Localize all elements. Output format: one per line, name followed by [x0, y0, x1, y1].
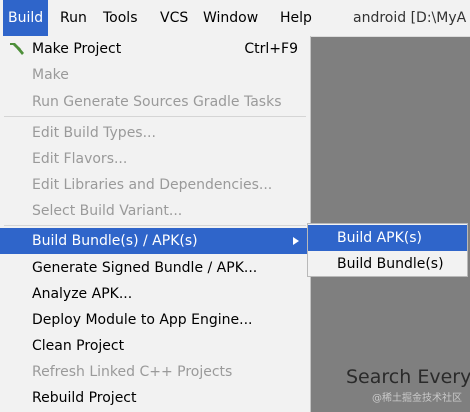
menu-item-generate-signed[interactable]: Generate Signed Bundle / APK... — [0, 255, 310, 281]
menu-item-clean-project[interactable]: Clean Project — [0, 333, 310, 359]
submenu-item-label: Build Bundle(s) — [337, 256, 444, 272]
menu-separator — [4, 116, 306, 117]
menu-item-edit-flavors[interactable]: Edit Flavors... — [0, 146, 310, 172]
menu-help[interactable]: Help — [275, 0, 317, 36]
menu-item-shortcut: Ctrl+F9 — [244, 41, 298, 57]
build-menu-dropdown: Make Project Ctrl+F9 Make Run Generate S… — [0, 36, 311, 412]
submenu-item-build-bundles[interactable]: Build Bundle(s) — [308, 251, 467, 277]
menu-item-make[interactable]: Make — [0, 62, 310, 88]
menu-item-analyze-apk[interactable]: Analyze APK... — [0, 281, 310, 307]
menu-run[interactable]: Run — [55, 0, 92, 36]
menu-bar: Build Run Tools VCS Window Help android … — [0, 0, 470, 37]
menu-item-label: Clean Project — [32, 338, 125, 354]
menu-item-deploy-module[interactable]: Deploy Module to App Engine... — [0, 307, 310, 333]
menu-item-edit-libraries[interactable]: Edit Libraries and Dependencies... — [0, 172, 310, 198]
menu-item-label: Deploy Module to App Engine... — [32, 312, 253, 328]
menu-item-label: Edit Build Types... — [32, 125, 156, 141]
menu-item-label: Make Project — [32, 41, 122, 57]
menu-item-label: Rebuild Project — [32, 390, 137, 406]
menu-item-make-project[interactable]: Make Project Ctrl+F9 — [0, 36, 310, 62]
menu-item-label: Select Build Variant... — [32, 203, 183, 219]
submenu-item-build-apks[interactable]: Build APK(s) — [308, 225, 467, 251]
build-bundles-submenu: Build APK(s) Build Bundle(s) — [307, 223, 468, 277]
menu-item-build-bundles-apks[interactable]: Build Bundle(s) / APK(s) — [0, 228, 310, 254]
menu-item-edit-build-types[interactable]: Edit Build Types... — [0, 120, 310, 146]
submenu-item-label: Build APK(s) — [337, 230, 423, 246]
menu-item-label: Edit Flavors... — [32, 151, 128, 167]
submenu-arrow-icon — [293, 237, 299, 245]
menu-item-refresh-linked-cpp[interactable]: Refresh Linked C++ Projects — [0, 359, 310, 385]
menu-vcs[interactable]: VCS — [155, 0, 193, 36]
menu-item-label: Edit Libraries and Dependencies... — [32, 177, 273, 193]
menu-item-label: Refresh Linked C++ Projects — [32, 364, 233, 380]
hammer-icon — [10, 43, 24, 55]
menu-item-label: Build Bundle(s) / APK(s) — [32, 233, 198, 249]
menu-build[interactable]: Build — [3, 0, 49, 36]
menu-separator — [4, 225, 306, 226]
menu-item-select-build-variant[interactable]: Select Build Variant... — [0, 198, 310, 224]
editor-hint: Search Every — [346, 366, 470, 388]
menu-item-label: Generate Signed Bundle / APK... — [32, 260, 258, 276]
menu-item-run-generate-sources[interactable]: Run Generate Sources Gradle Tasks — [0, 89, 310, 115]
menu-tools[interactable]: Tools — [98, 0, 143, 36]
watermark: @稀土掘金技术社区 — [372, 393, 462, 404]
menu-item-label: Run Generate Sources Gradle Tasks — [32, 94, 282, 110]
menu-window[interactable]: Window — [198, 0, 263, 36]
window-title: android [D:\MyA — [353, 10, 467, 26]
menu-item-label: Make — [32, 67, 69, 83]
menu-item-rebuild-project[interactable]: Rebuild Project — [0, 385, 310, 411]
menu-item-label: Analyze APK... — [32, 286, 133, 302]
